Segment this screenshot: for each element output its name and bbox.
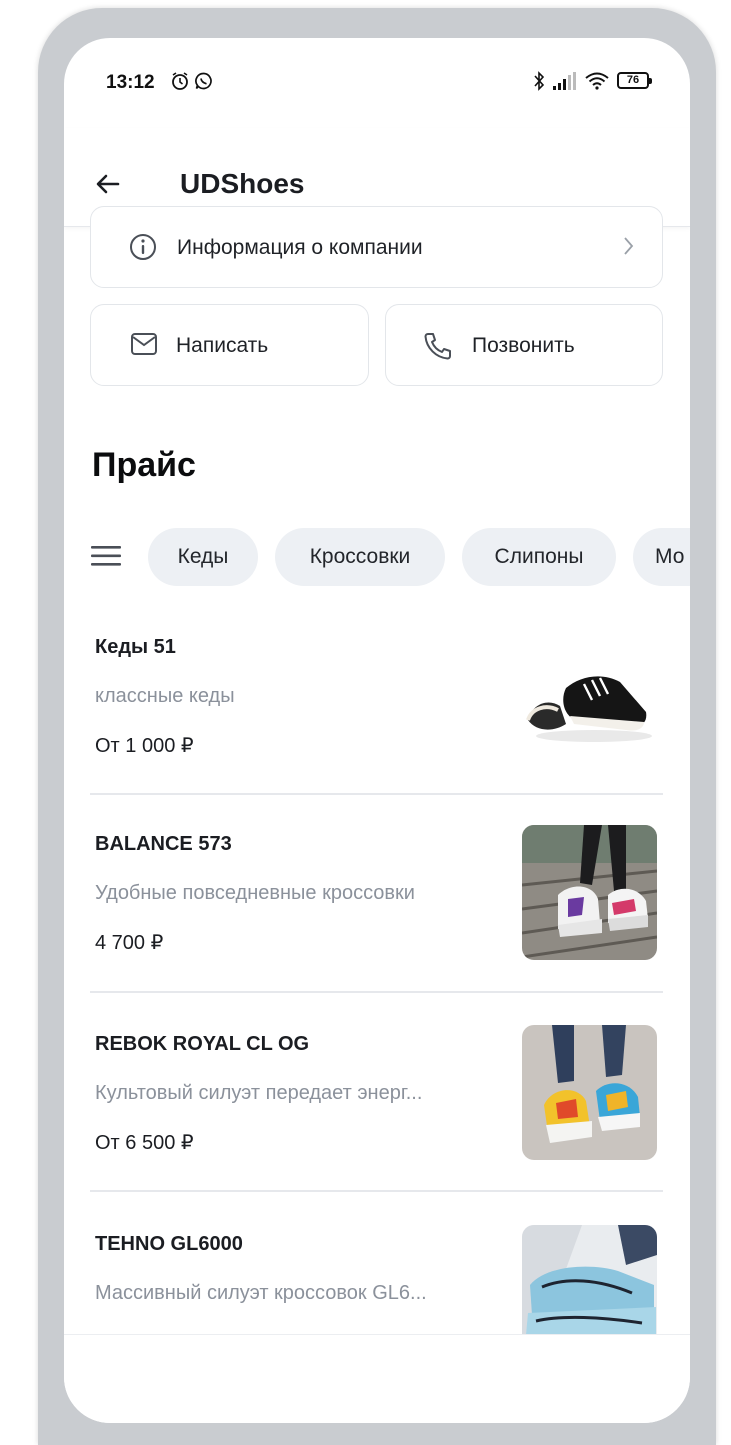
divider: [90, 991, 663, 993]
product-name: REBOK ROYAL CL OG: [95, 1033, 310, 1055]
product-item[interactable]: BALANCE 573 Удобные повседневные кроссов…: [90, 825, 663, 985]
mail-icon: [131, 333, 157, 355]
status-time: 13:12: [106, 72, 155, 93]
chevron-right-icon: [624, 237, 634, 255]
product-name: TEHNO GL6000: [95, 1233, 243, 1255]
back-arrow-icon[interactable]: [92, 168, 124, 200]
call-button[interactable]: Позвонить: [385, 304, 663, 386]
app-title: UDShoes: [180, 168, 305, 199]
category-filter-bar: Кеды Кроссовки Слипоны Мо: [64, 528, 690, 588]
phone-screen: 13:12 76 UDShoes Информация о компании Н…: [64, 38, 690, 1423]
signal-icon: [553, 72, 576, 90]
product-item[interactable]: REBOK ROYAL CL OG Культовый силуэт перед…: [90, 1025, 663, 1185]
phone-icon: [424, 333, 451, 360]
product-name: Кеды 51: [95, 636, 176, 658]
product-price: От 6 500 ₽: [95, 1132, 194, 1154]
bottom-bar: [64, 1334, 690, 1423]
chip-sliponi[interactable]: Слипоны: [462, 528, 616, 586]
divider: [90, 793, 663, 795]
product-description: Культовый силуэт передает энерг...: [95, 1082, 423, 1104]
product-item[interactable]: TEHNO GL6000 Массивный силуэт кроссовок …: [90, 1225, 663, 1335]
product-item[interactable]: Кеды 51 классные кеды От 1 000 ₽: [90, 628, 663, 788]
company-info-label: Информация о компании: [177, 236, 423, 259]
product-image-sneaker-tehno: [522, 1225, 657, 1335]
wifi-icon: [585, 72, 609, 90]
battery-icon: 76: [617, 72, 652, 89]
product-image-sneaker-balance: [522, 825, 657, 960]
company-info-button[interactable]: Информация о компании: [90, 206, 663, 288]
product-description: Удобные повседневные кроссовки: [95, 882, 415, 904]
status-bar: 13:12 76: [64, 38, 690, 128]
alarm-icon: [172, 72, 188, 90]
product-description: классные кеды: [95, 685, 235, 707]
chip-more[interactable]: Мо: [633, 528, 690, 586]
product-name: BALANCE 573: [95, 833, 232, 855]
call-label: Позвонить: [472, 334, 575, 357]
chip-kedy[interactable]: Кеды: [148, 528, 258, 586]
product-price: От 1 000 ₽: [95, 735, 194, 757]
product-description: Массивный силуэт кроссовок GL6...: [95, 1282, 427, 1304]
product-image-sneaker-black: [522, 628, 657, 763]
divider: [90, 1190, 663, 1192]
chip-krossovki[interactable]: Кроссовки: [275, 528, 445, 586]
product-image-sneaker-rebok: [522, 1025, 657, 1160]
menu-icon[interactable]: [90, 543, 122, 569]
write-button[interactable]: Написать: [90, 304, 369, 386]
write-label: Написать: [176, 334, 269, 357]
info-icon: [130, 234, 156, 260]
bluetooth-icon: [534, 71, 545, 91]
whatsapp-icon: [195, 72, 212, 90]
product-price: 4 700 ₽: [95, 932, 164, 954]
price-section-title: Прайс: [92, 446, 196, 484]
